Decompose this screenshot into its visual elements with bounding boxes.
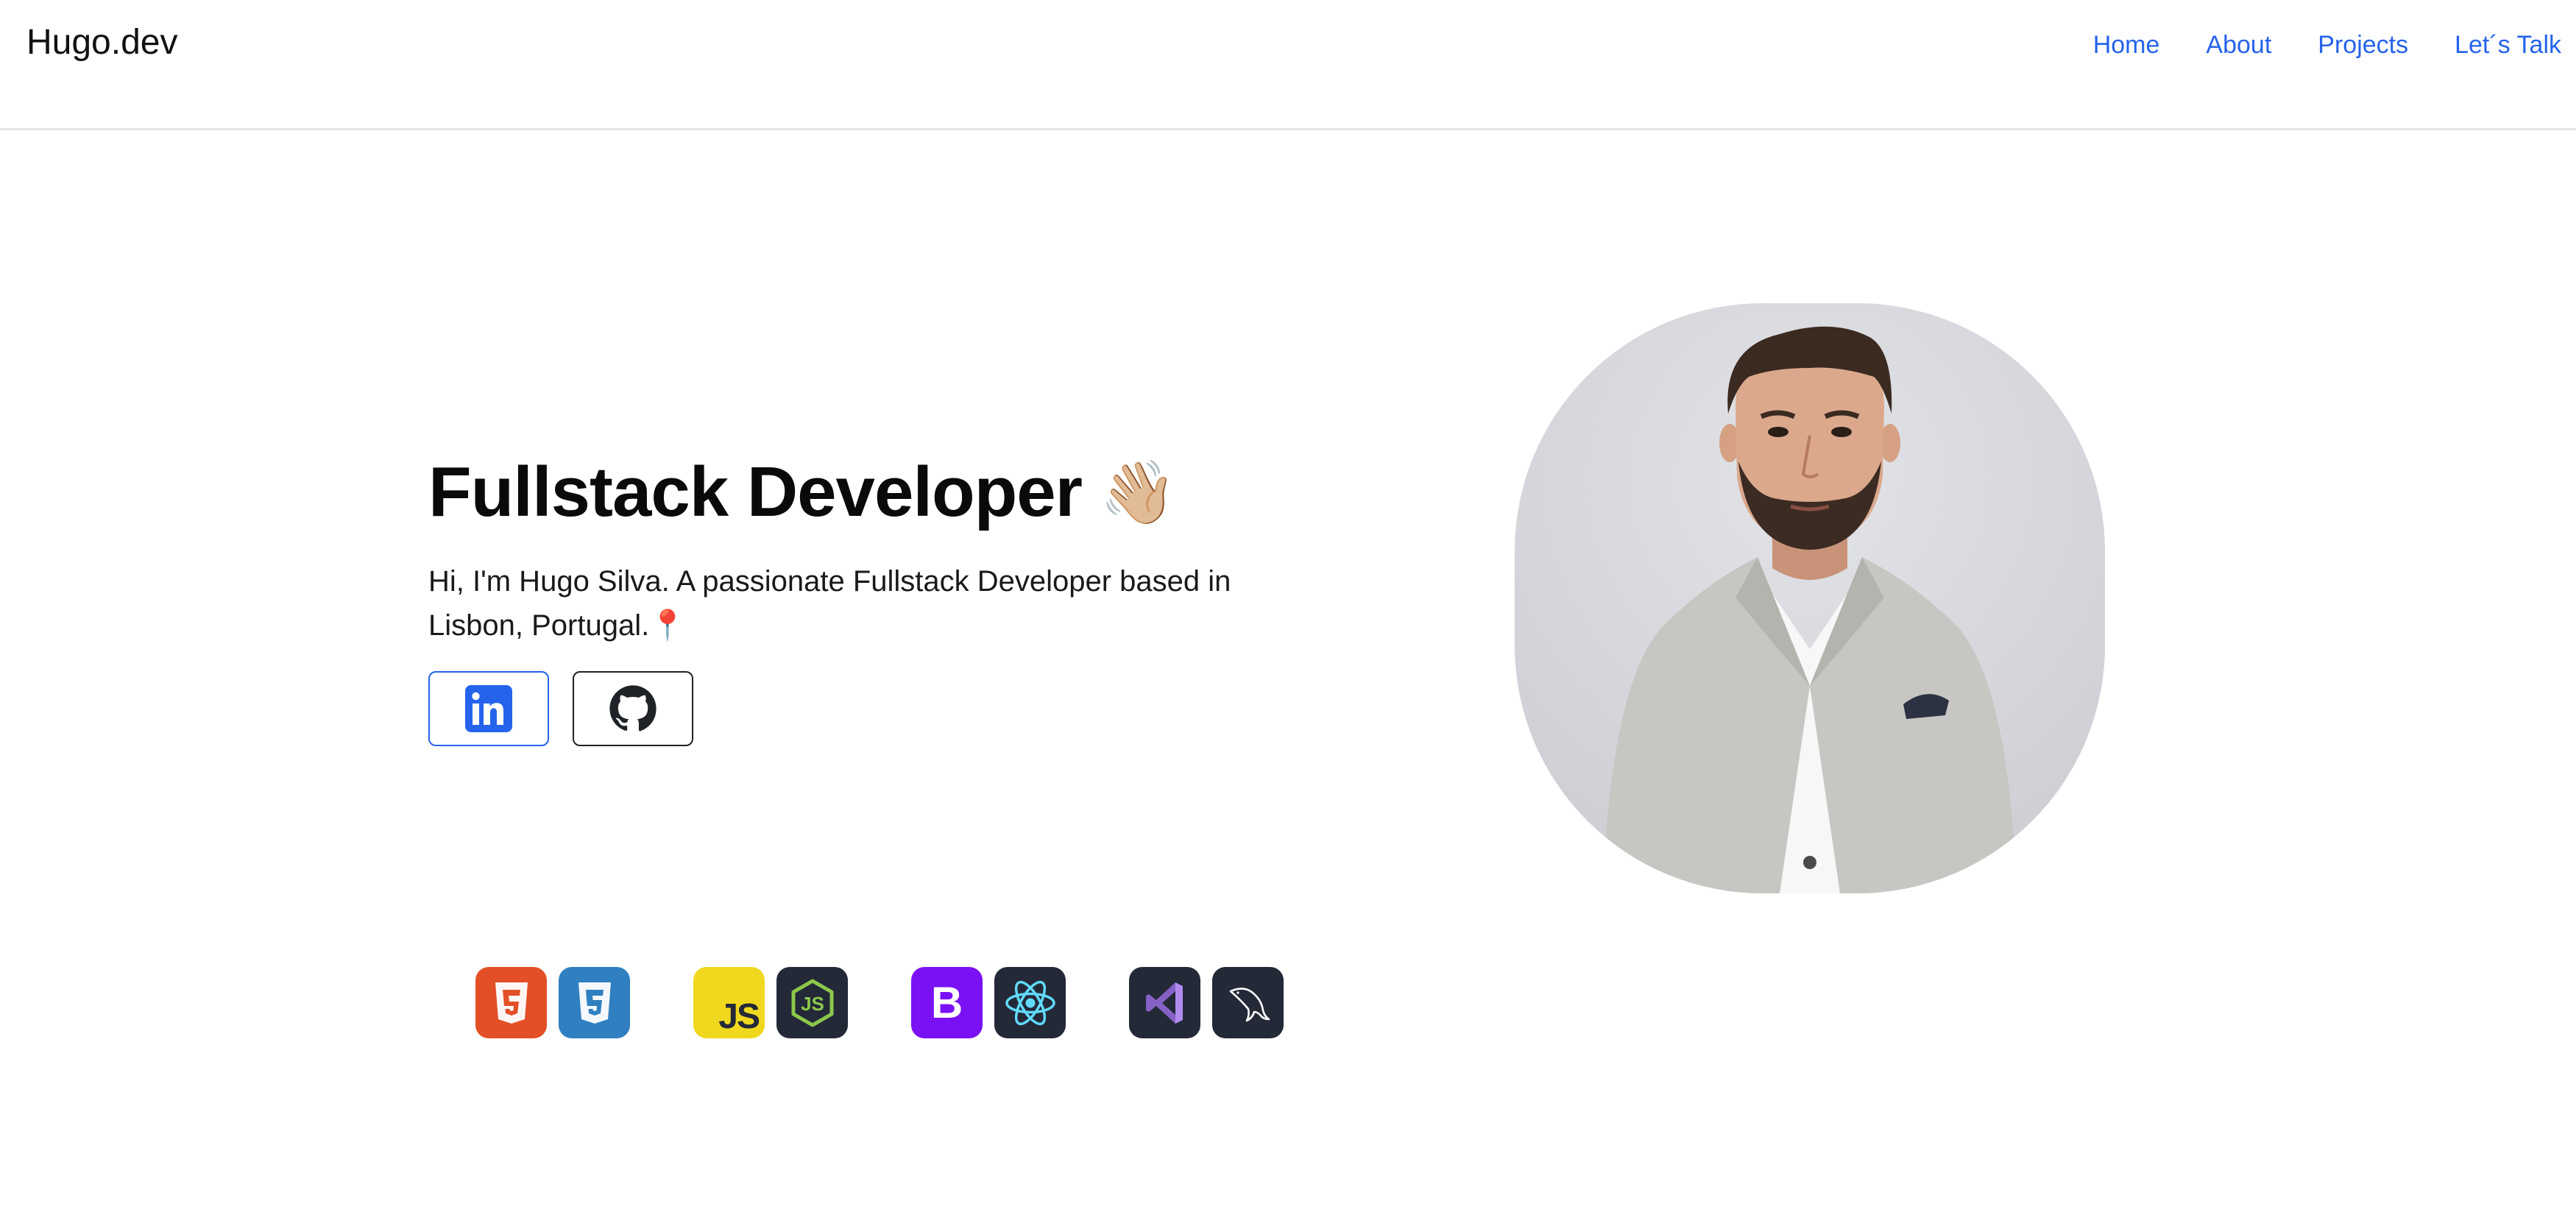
nav-home[interactable]: Home bbox=[2093, 31, 2160, 60]
nav-about[interactable]: About bbox=[2206, 31, 2271, 60]
tech-stack: JS JS B bbox=[475, 967, 1284, 1038]
linkedin-icon bbox=[465, 685, 512, 732]
react-icon bbox=[994, 967, 1066, 1038]
hero-title: Fullstack Developer 👋🏼 bbox=[428, 452, 1177, 533]
tech-group-frontend: B bbox=[911, 967, 1066, 1038]
css3-icon bbox=[559, 967, 630, 1038]
tech-group-js: JS JS bbox=[693, 967, 848, 1038]
top-navbar: Hugo.dev Home About Projects Let´s Talk bbox=[0, 0, 2576, 130]
social-links bbox=[428, 671, 693, 746]
javascript-icon: JS bbox=[693, 967, 765, 1038]
linkedin-button[interactable] bbox=[428, 671, 549, 746]
portrait-photo bbox=[1515, 303, 2105, 893]
html5-icon bbox=[475, 967, 547, 1038]
tech-group-markup bbox=[475, 967, 630, 1038]
svg-text:JS: JS bbox=[801, 993, 824, 1015]
mysql-icon bbox=[1212, 967, 1284, 1038]
github-icon bbox=[609, 685, 657, 731]
bootstrap-icon-text: B bbox=[930, 978, 963, 1027]
waving-hand-icon: 👋🏼 bbox=[1100, 457, 1177, 527]
hero-title-text: Fullstack Developer bbox=[428, 453, 1083, 531]
javascript-icon-text: JS bbox=[718, 997, 760, 1036]
nav-projects[interactable]: Projects bbox=[2318, 31, 2408, 60]
github-button[interactable] bbox=[573, 671, 693, 746]
main-nav: Home About Projects Let´s Talk bbox=[2093, 31, 2561, 60]
visual-studio-icon bbox=[1129, 967, 1200, 1038]
brand-logo[interactable]: Hugo.dev bbox=[26, 22, 177, 63]
bootstrap-icon: B bbox=[911, 967, 983, 1038]
hero-description: Hi, I'm Hugo Silva. A passionate Fullsta… bbox=[428, 565, 1231, 642]
tech-group-tools bbox=[1129, 967, 1284, 1038]
nav-lets-talk[interactable]: Let´s Talk bbox=[2455, 31, 2561, 60]
nodejs-icon: JS bbox=[776, 967, 848, 1038]
person-illustration bbox=[1603, 326, 2017, 893]
